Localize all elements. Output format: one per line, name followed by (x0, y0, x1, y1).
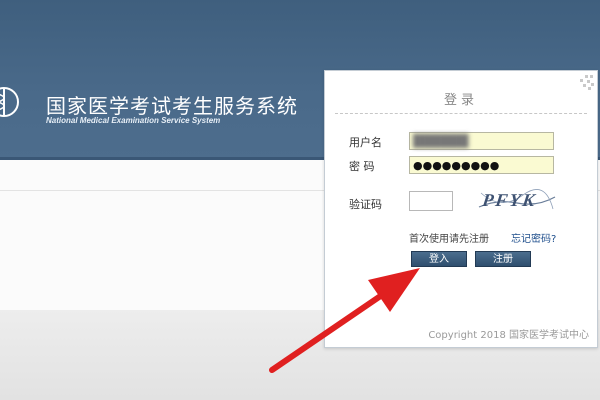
login-title: 登录 (443, 93, 478, 108)
login-button[interactable]: 登入 (411, 251, 467, 267)
password-input[interactable]: ●●●●●●●●● (409, 156, 554, 174)
login-panel: 登录 用户名 ██████ 密 码 ●●●●●●●●● 验证码 PFYK 首次使… (324, 70, 598, 348)
password-label: 密 码 (349, 160, 375, 173)
title-divider (335, 113, 587, 114)
captcha-input[interactable] (409, 191, 453, 211)
username-value: ██████ (413, 134, 469, 148)
forgot-password-link[interactable]: 忘记密码? (511, 230, 556, 245)
caduceus-logo-icon (0, 87, 19, 117)
username-label: 用户名 (349, 136, 382, 149)
first-time-register-text: 首次使用请先注册 (409, 234, 489, 245)
register-button[interactable]: 注册 (475, 251, 531, 267)
captcha-text: PFYK (480, 190, 538, 210)
copyright-text: Copyright 2018 国家医学考试中心 (428, 330, 589, 341)
captcha-label: 验证码 (349, 198, 382, 211)
captcha-image[interactable]: PFYK (477, 183, 557, 215)
site-title: 国家医学考试考生服务系统 (46, 94, 298, 118)
username-input[interactable]: ██████ (409, 132, 554, 150)
site-subtitle: National Medical Examination Service Sys… (46, 116, 221, 125)
password-value: ●●●●●●●●● (413, 159, 500, 172)
